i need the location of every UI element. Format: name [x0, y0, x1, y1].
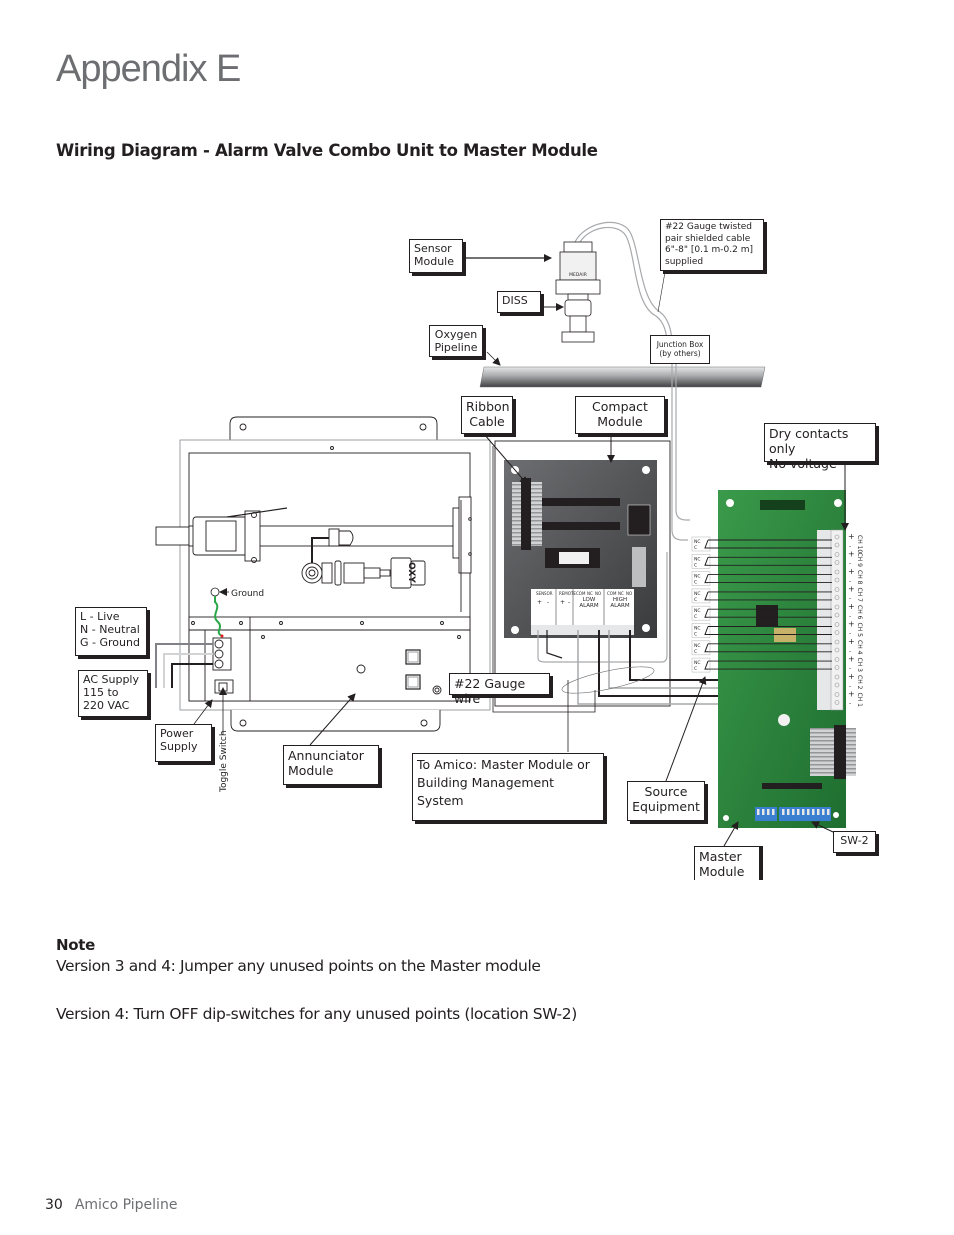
channel-plus: +	[848, 672, 855, 681]
callout-ribbon-cable: Ribbon Cable	[461, 396, 513, 434]
source-equipment-leader	[665, 676, 707, 782]
callout-sensor-module: Sensor Module	[409, 239, 463, 273]
callout-master-module: Master Module	[694, 846, 760, 880]
terminal-sensor: SENSOR	[536, 591, 553, 596]
contact-nc-label: NC	[694, 660, 701, 666]
channel-label: CH 3	[856, 658, 863, 673]
note-block: Note Version 3 and 4: Jumper any unused …	[56, 936, 577, 1023]
callout-sw2: SW-2	[833, 831, 876, 853]
contact-nc-label: NC	[694, 574, 701, 580]
pipeline-leader	[486, 351, 501, 366]
low-alarm-label: LOW ALARM	[579, 597, 599, 610]
channel-label: CH 9	[856, 553, 863, 568]
page-footer: 30 Amico Pipeline	[45, 1197, 177, 1213]
sensor-module-illustration: MEDAIR	[555, 241, 601, 343]
callout-annunciator-module: Annunciator Module	[283, 745, 379, 785]
terminal-high-com: COM	[607, 591, 617, 596]
contact-c-label: C	[694, 614, 697, 620]
channel-minus: -	[849, 701, 851, 708]
note-title: Note	[56, 936, 96, 954]
low-alarm-label-wrap: LOW ALARM	[579, 597, 599, 610]
callout-compact-module: Compact Module	[575, 396, 665, 434]
terminal-low-com: COM	[576, 591, 586, 596]
contact-nc-label: NC	[694, 608, 701, 614]
callout-power-supply: Power Supply	[155, 724, 212, 762]
contact-nc-label: NC	[694, 556, 701, 562]
channel-label: CH 4	[856, 640, 863, 655]
page-number: 30	[45, 1197, 63, 1213]
channel-plus: +	[848, 550, 855, 559]
contact-c-label: C	[694, 545, 697, 551]
channel-label: CH 1	[856, 693, 863, 708]
callout-power-legend: L - Live N - Neutral G - Ground	[75, 607, 147, 656]
terminal-remote-minus: -	[568, 599, 570, 606]
cable-leader	[657, 271, 666, 313]
contact-nc-label: NC	[694, 643, 701, 649]
channel-plus: +	[848, 585, 855, 594]
callout-source-equipment: Source Equipment	[627, 781, 705, 821]
terminal-sensor-minus: -	[547, 599, 549, 606]
oxygen-pipeline	[479, 366, 766, 388]
channel-label: CH 6	[856, 605, 863, 620]
channel-label: CH 7	[856, 588, 863, 603]
callout-gauge-cable: #22 Gauge twisted pair shielded cable 6"…	[660, 219, 764, 271]
contact-c-label: C	[694, 562, 697, 568]
channel-plus: +	[848, 532, 855, 541]
contact-nc-label: NC	[694, 539, 701, 545]
channel-label: CH 5	[856, 623, 863, 638]
terminal-remote: REMOTE	[559, 591, 576, 596]
ground-label: Ground	[231, 589, 264, 599]
terminal-low-nc: NC	[587, 591, 593, 596]
channel-label: CH 2	[856, 675, 863, 690]
channel-label: CH 10	[856, 535, 863, 553]
channel-plus: +	[848, 690, 855, 699]
callout-junction-box: Junction Box (by others)	[650, 335, 710, 364]
high-alarm-label: HIGH ALARM	[610, 597, 630, 610]
callout-gauge-wire: #22 Gauge wire	[449, 673, 550, 706]
channel-plus: +	[848, 602, 855, 611]
note-line-1: Version 3 and 4: Jumper any unused point…	[56, 957, 541, 975]
channel-plus: +	[848, 637, 855, 646]
toggle-switch-label: Toggle Switch	[219, 730, 229, 793]
contact-c-label: C	[694, 580, 697, 586]
terminal-high-nc: NC	[618, 591, 624, 596]
contact-c-label: C	[694, 666, 697, 672]
contact-c-label: C	[694, 597, 697, 603]
contact-nc-label: NC	[694, 626, 701, 632]
terminal-sensor-plus: +	[537, 599, 542, 606]
channel-plus: +	[848, 655, 855, 664]
channel-label: CH 8	[856, 570, 863, 585]
compact-module-enclosure	[494, 440, 671, 707]
terminal-high-no: NO	[626, 591, 632, 596]
contact-c-label: C	[694, 632, 697, 638]
callout-ac-supply: AC Supply 115 to 220 VAC	[78, 670, 148, 717]
high-alarm-label-wrap: HIGH ALARM	[610, 597, 630, 610]
sensor-brand-label: MEDAIR	[569, 272, 587, 278]
callout-dry-contacts: Dry contacts only No voltage	[764, 423, 876, 471]
terminal-remote-plus: +	[560, 599, 565, 606]
footer-brand: Amico Pipeline	[74, 1197, 178, 1213]
contact-c-label: C	[694, 649, 697, 655]
channel-plus: +	[848, 567, 855, 576]
oxy-label: OXY	[406, 562, 416, 583]
channel-plus: +	[848, 620, 855, 629]
combo-unit-enclosure	[155, 416, 491, 732]
terminal-low-no: NO	[595, 591, 601, 596]
note-line-2: Version 4: Turn OFF dip-switches for any…	[56, 1005, 577, 1023]
callout-diss: DISS	[497, 291, 541, 313]
contact-nc-label: NC	[694, 591, 701, 597]
callout-to-amico: To Amico: Master Module or Building Mana…	[412, 753, 604, 821]
callout-oxygen-pipeline: Oxygen Pipeline	[429, 325, 483, 357]
